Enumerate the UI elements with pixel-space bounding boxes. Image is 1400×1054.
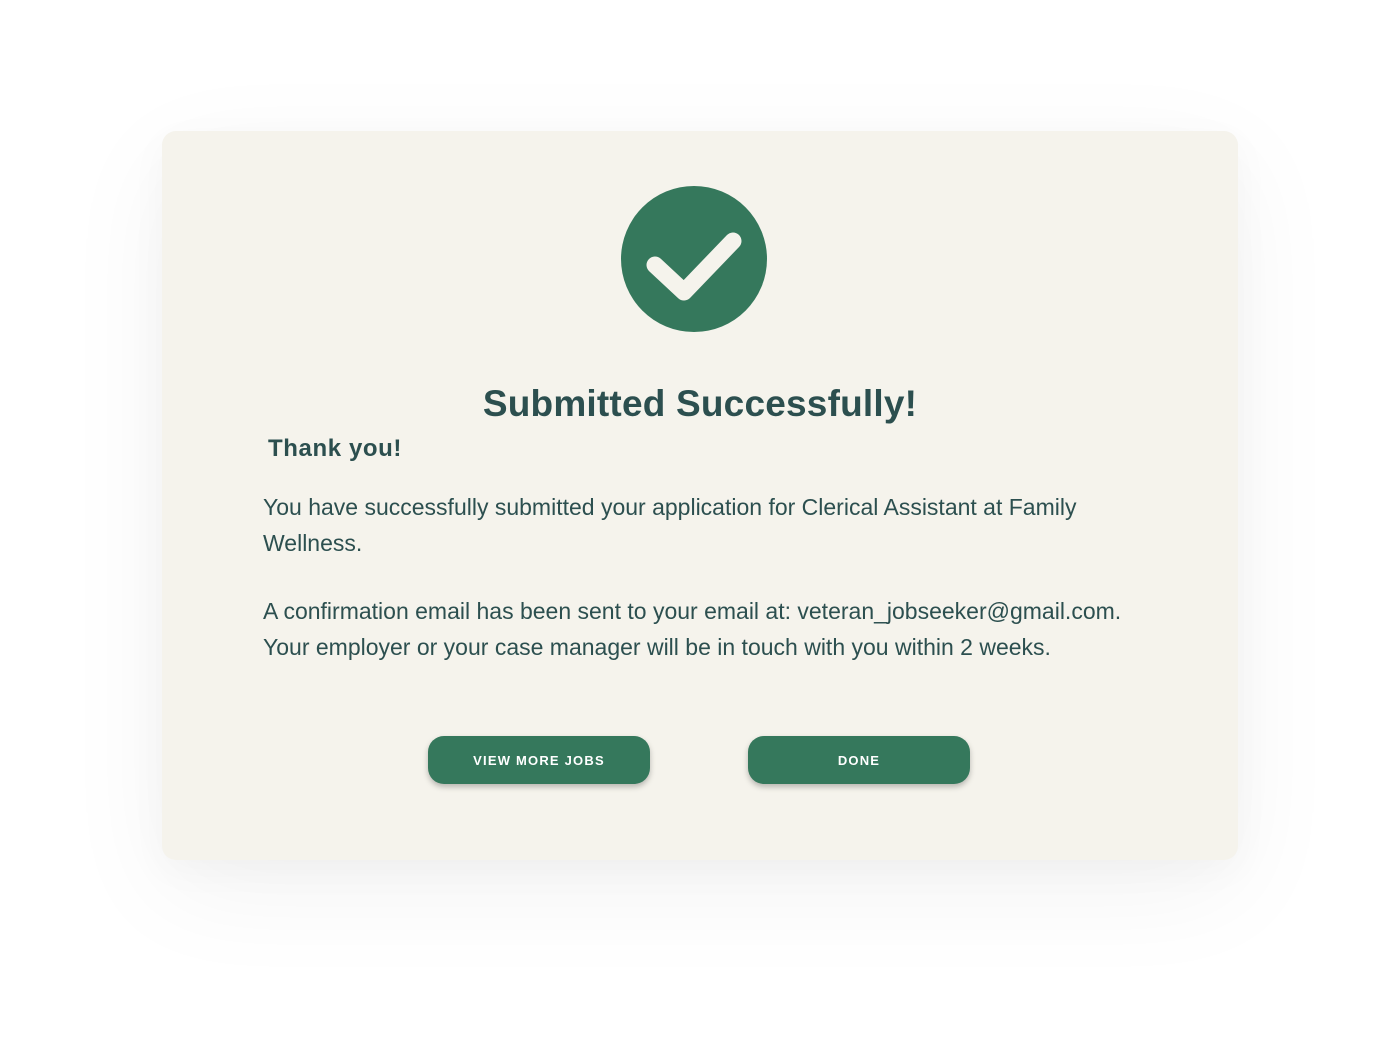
success-dialog: Submitted Successfully! Thank you! You h… — [162, 131, 1238, 860]
checkmark-icon — [646, 232, 742, 301]
page-background: Submitted Successfully! Thank you! You h… — [0, 0, 1400, 1054]
view-more-jobs-button[interactable]: VIEW MORE JOBS — [428, 736, 650, 784]
thank-you-heading: Thank you! — [268, 435, 403, 462]
submission-message: You have successfully submitted your app… — [263, 494, 1077, 556]
dialog-title: Submitted Successfully! — [482, 383, 918, 424]
check-circle-icon — [621, 186, 767, 332]
done-button[interactable]: DONE — [748, 736, 970, 784]
confirmation-message: A confirmation email has been sent to yo… — [263, 598, 1122, 660]
